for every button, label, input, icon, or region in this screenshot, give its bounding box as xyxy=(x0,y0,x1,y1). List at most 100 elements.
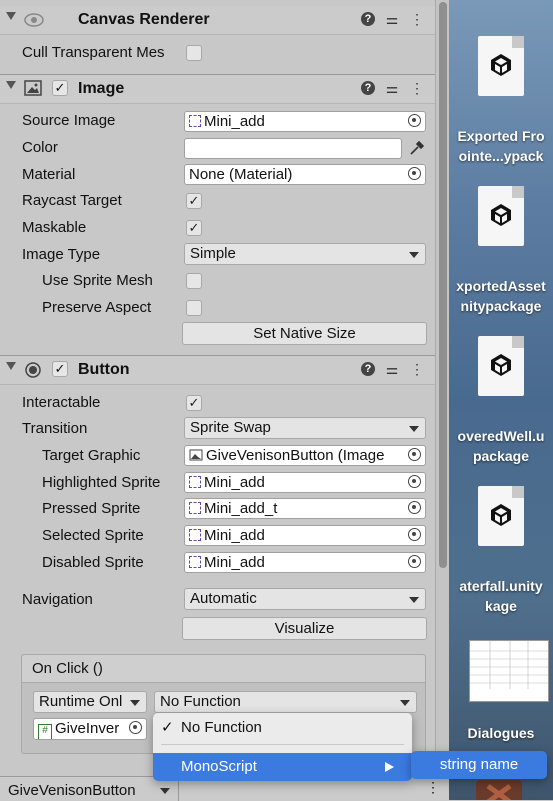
unity-logo-icon xyxy=(491,54,511,76)
object-picker-icon[interactable] xyxy=(408,448,421,461)
preset-icon[interactable]: ⚌ xyxy=(384,10,400,28)
eyedropper-icon[interactable] xyxy=(408,139,424,157)
desktop-background: Exported Fro ointe...ypack xportedAsset … xyxy=(449,0,553,800)
maskable-checkbox[interactable]: ✓ xyxy=(186,220,202,236)
raycast-target-checkbox[interactable]: ✓ xyxy=(186,193,202,209)
preset-icon[interactable]: ⚌ xyxy=(384,79,400,97)
desktop-file-label[interactable]: package xyxy=(449,446,553,466)
object-picker-icon[interactable] xyxy=(408,167,421,180)
unity-logo-icon xyxy=(491,504,511,526)
scrollbar-thumb[interactable] xyxy=(439,2,447,568)
pressed-sprite-value: Mini_add_t xyxy=(204,500,278,517)
disabled-sprite-field[interactable]: Mini_add xyxy=(184,552,426,573)
object-picker-icon[interactable] xyxy=(408,528,421,541)
image-type-dropdown[interactable]: Simple xyxy=(184,243,426,265)
target-graphic-field[interactable]: GiveVenisonButton (Image xyxy=(184,445,426,466)
help-icon[interactable]: ? xyxy=(361,362,375,376)
runtime-mode-dropdown[interactable]: Runtime Onl xyxy=(33,691,147,713)
function-value: No Function xyxy=(160,693,241,710)
highlighted-sprite-field[interactable]: Mini_add xyxy=(184,472,426,493)
sprite-icon xyxy=(189,556,201,568)
fold-arrow-icon[interactable] xyxy=(6,81,16,89)
preset-icon[interactable]: ⚌ xyxy=(384,360,400,378)
object-picker-icon[interactable] xyxy=(408,555,421,568)
event-object-field[interactable]: # GiveInver xyxy=(33,718,147,740)
image-enabled-checkbox[interactable]: ✓ xyxy=(52,80,68,96)
navigation-dropdown[interactable]: Automatic xyxy=(184,588,426,610)
desktop-file-label[interactable]: nitypackage xyxy=(449,296,553,316)
component-title: Image xyxy=(78,80,125,97)
source-image-label: Source Image xyxy=(22,112,116,129)
game-icon[interactable] xyxy=(474,778,524,800)
kebab-menu-icon[interactable]: ⋮ xyxy=(426,779,440,796)
target-graphic-label: Target Graphic xyxy=(42,447,141,464)
selected-sprite-field[interactable]: Mini_add xyxy=(184,525,426,546)
use-sprite-mesh-checkbox[interactable] xyxy=(186,273,202,289)
chevron-down-icon xyxy=(130,700,140,706)
image-type-value: Simple xyxy=(190,245,236,262)
submenu-item-string-name[interactable]: string name xyxy=(411,751,547,779)
unity-logo-icon xyxy=(491,204,511,226)
desktop-file-label[interactable]: Dialogues xyxy=(449,723,553,743)
desktop-file-label[interactable]: kage xyxy=(449,596,553,616)
object-picker-icon[interactable] xyxy=(408,475,421,488)
chevron-down-icon[interactable] xyxy=(160,788,170,794)
source-image-value: Mini_add xyxy=(204,113,265,130)
interactable-checkbox[interactable]: ✓ xyxy=(186,395,202,411)
object-picker-icon[interactable] xyxy=(408,501,421,514)
kebab-menu-icon[interactable]: ⋮ xyxy=(409,10,425,28)
fold-arrow-icon[interactable] xyxy=(6,12,16,20)
spreadsheet-thumbnail-icon[interactable] xyxy=(469,640,549,702)
table-grid-icon xyxy=(470,641,548,689)
button-header[interactable]: ✓ Button ? ⚌ ⋮ xyxy=(0,355,435,385)
inspector-scrollbar[interactable] xyxy=(435,0,450,800)
set-native-size-button[interactable]: Set Native Size xyxy=(182,322,427,345)
unity-package-file-icon[interactable] xyxy=(478,486,524,546)
selected-object-name[interactable]: GiveVenisonButton xyxy=(8,782,136,799)
menu-item-label: No Function xyxy=(181,719,262,736)
chevron-down-icon xyxy=(409,252,419,258)
selected-sprite-value: Mini_add xyxy=(204,527,265,544)
chevron-down-icon xyxy=(409,426,419,432)
desktop-file-label[interactable]: Exported Fro xyxy=(449,126,553,146)
unity-package-file-icon[interactable] xyxy=(478,36,524,96)
pressed-sprite-field[interactable]: Mini_add_t xyxy=(184,498,426,519)
function-dropdown[interactable]: No Function xyxy=(154,691,417,713)
visualize-button[interactable]: Visualize xyxy=(182,617,427,640)
desktop-file-label[interactable]: aterfall.unity xyxy=(449,576,553,596)
sprite-icon xyxy=(189,476,201,488)
object-picker-icon[interactable] xyxy=(129,721,142,734)
menu-item-monoscript[interactable]: MonoScript xyxy=(153,753,412,781)
button-component-icon xyxy=(25,362,41,378)
function-popup-menu: ✓ No Function MonoScript xyxy=(153,713,412,781)
kebab-menu-icon[interactable]: ⋮ xyxy=(409,79,425,97)
unity-logo-icon xyxy=(491,354,511,376)
menu-item-no-function[interactable]: ✓ No Function xyxy=(153,716,412,740)
desktop-file-label[interactable]: overedWell.u xyxy=(449,426,553,446)
preserve-aspect-checkbox[interactable] xyxy=(186,300,202,316)
use-sprite-mesh-label: Use Sprite Mesh xyxy=(42,272,153,289)
source-image-field[interactable]: Mini_add xyxy=(184,111,426,132)
canvas-renderer-header[interactable]: Canvas Renderer ? ⚌ ⋮ xyxy=(0,6,435,35)
maskable-label: Maskable xyxy=(22,219,87,236)
desktop-file-label[interactable]: xportedAsset xyxy=(449,276,553,296)
help-icon[interactable]: ? xyxy=(361,12,375,26)
unity-package-file-icon[interactable] xyxy=(478,186,524,246)
help-icon[interactable]: ? xyxy=(361,81,375,95)
kebab-menu-icon[interactable]: ⋮ xyxy=(409,360,425,378)
desktop-file-label[interactable]: ointe...ypack xyxy=(449,146,553,166)
transition-dropdown[interactable]: Sprite Swap xyxy=(184,417,426,439)
object-picker-icon[interactable] xyxy=(408,114,421,127)
component-title: Canvas Renderer xyxy=(78,11,210,28)
selected-sprite-label: Selected Sprite xyxy=(42,527,144,544)
material-field[interactable]: None (Material) xyxy=(184,164,426,185)
fold-arrow-icon[interactable] xyxy=(6,362,16,370)
checkmark-icon: ✓ xyxy=(161,719,174,736)
component-title: Button xyxy=(78,361,130,378)
runtime-mode-value: Runtime Onl xyxy=(39,693,123,710)
color-field[interactable] xyxy=(184,138,402,159)
unity-package-file-icon[interactable] xyxy=(478,336,524,396)
image-header[interactable]: ✓ Image ? ⚌ ⋮ xyxy=(0,74,435,104)
cull-transparent-checkbox[interactable] xyxy=(186,45,202,61)
button-enabled-checkbox[interactable]: ✓ xyxy=(52,361,68,377)
